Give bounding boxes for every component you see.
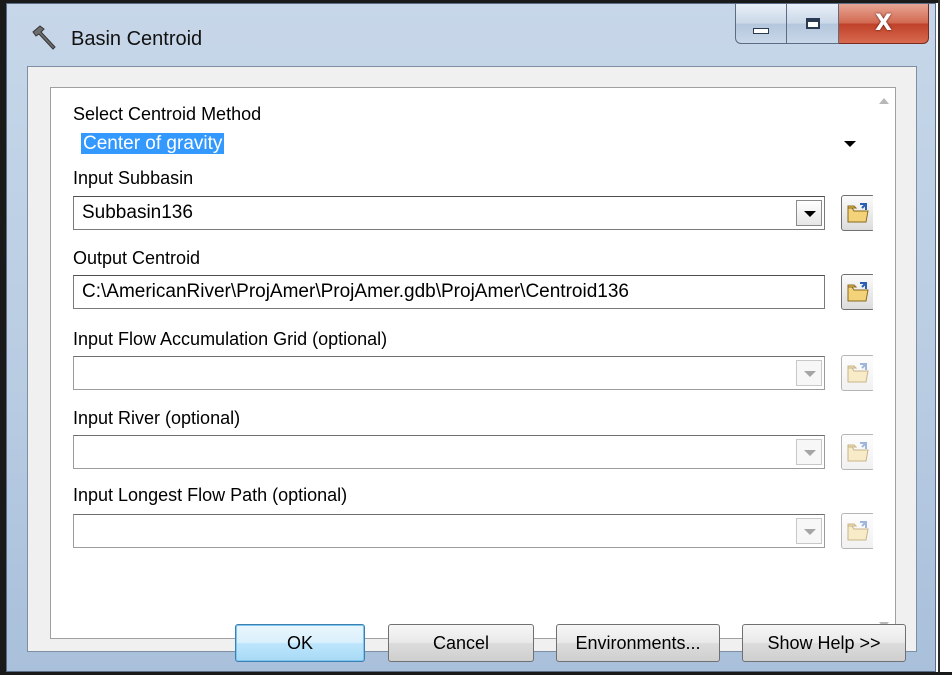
open-folder-icon [847, 363, 869, 383]
river-browse-button[interactable] [841, 434, 875, 470]
subbasin-label: Input Subbasin [73, 168, 194, 188]
title-bar[interactable]: Basin Centroid X [7, 4, 935, 66]
environments-button[interactable]: Environments... [556, 624, 720, 662]
longest-flow-dropdown-arrow[interactable] [796, 518, 822, 544]
open-folder-icon [847, 282, 869, 302]
output-centroid-field[interactable]: C:\AmericanRiver\ProjAmer\ProjAmer.gdb\P… [73, 275, 825, 309]
centroid-method-select[interactable]: Center of gravity [73, 128, 865, 162]
flow-acc-dropdown-arrow[interactable] [796, 360, 822, 386]
river-dropdown-arrow[interactable] [796, 439, 822, 465]
maximize-icon [805, 18, 820, 29]
dialog-body: Select Centroid Method Center of gravity… [27, 66, 917, 662]
subbasin-browse-button[interactable] [841, 195, 875, 231]
subbasin-value: Subbasin136 [82, 202, 193, 223]
river-combobox[interactable] [73, 435, 825, 469]
method-selected-value: Center of gravity [81, 133, 225, 154]
window-controls: X [735, 4, 929, 48]
open-folder-icon [847, 442, 869, 462]
longest-flow-label: Input Longest Flow Path (optional) [73, 485, 348, 505]
output-label: Output Centroid [73, 248, 201, 268]
output-value: C:\AmericanRiver\ProjAmer\ProjAmer.gdb\P… [82, 281, 629, 302]
minimize-icon [753, 27, 769, 34]
flow-acc-browse-button[interactable] [841, 355, 875, 391]
method-label: Select Centroid Method [73, 104, 262, 124]
show-help-button[interactable]: Show Help >> [742, 624, 906, 662]
screen-edge-right [938, 0, 952, 675]
open-folder-icon [847, 521, 869, 541]
subbasin-combobox[interactable]: Subbasin136 [73, 196, 825, 230]
maximize-button[interactable] [787, 4, 839, 44]
minimize-button[interactable] [735, 4, 787, 44]
window-title: Basin Centroid [71, 28, 203, 50]
open-folder-icon [847, 203, 869, 223]
cancel-button[interactable]: Cancel [388, 624, 534, 662]
subbasin-dropdown-arrow[interactable] [796, 200, 822, 226]
flow-acc-combobox[interactable] [73, 356, 825, 390]
vertical-scrollbar[interactable] [873, 88, 895, 638]
output-browse-button[interactable] [841, 274, 875, 310]
longest-flow-combobox[interactable] [73, 514, 825, 548]
basin-centroid-dialog: Basin Centroid X Select Centroid Method … [6, 3, 936, 672]
close-button[interactable]: X [839, 4, 929, 44]
parameters-panel: Select Centroid Method Center of gravity… [50, 87, 896, 639]
scroll-up-icon[interactable] [879, 98, 889, 104]
method-dropdown-arrow[interactable] [837, 131, 863, 157]
longest-flow-browse-button[interactable] [841, 513, 875, 549]
ok-button[interactable]: OK [235, 624, 365, 662]
close-icon: X [875, 11, 892, 36]
flow-acc-label: Input Flow Accumulation Grid (optional) [73, 329, 388, 349]
river-label: Input River (optional) [73, 408, 241, 428]
hammer-tool-icon [32, 25, 56, 50]
